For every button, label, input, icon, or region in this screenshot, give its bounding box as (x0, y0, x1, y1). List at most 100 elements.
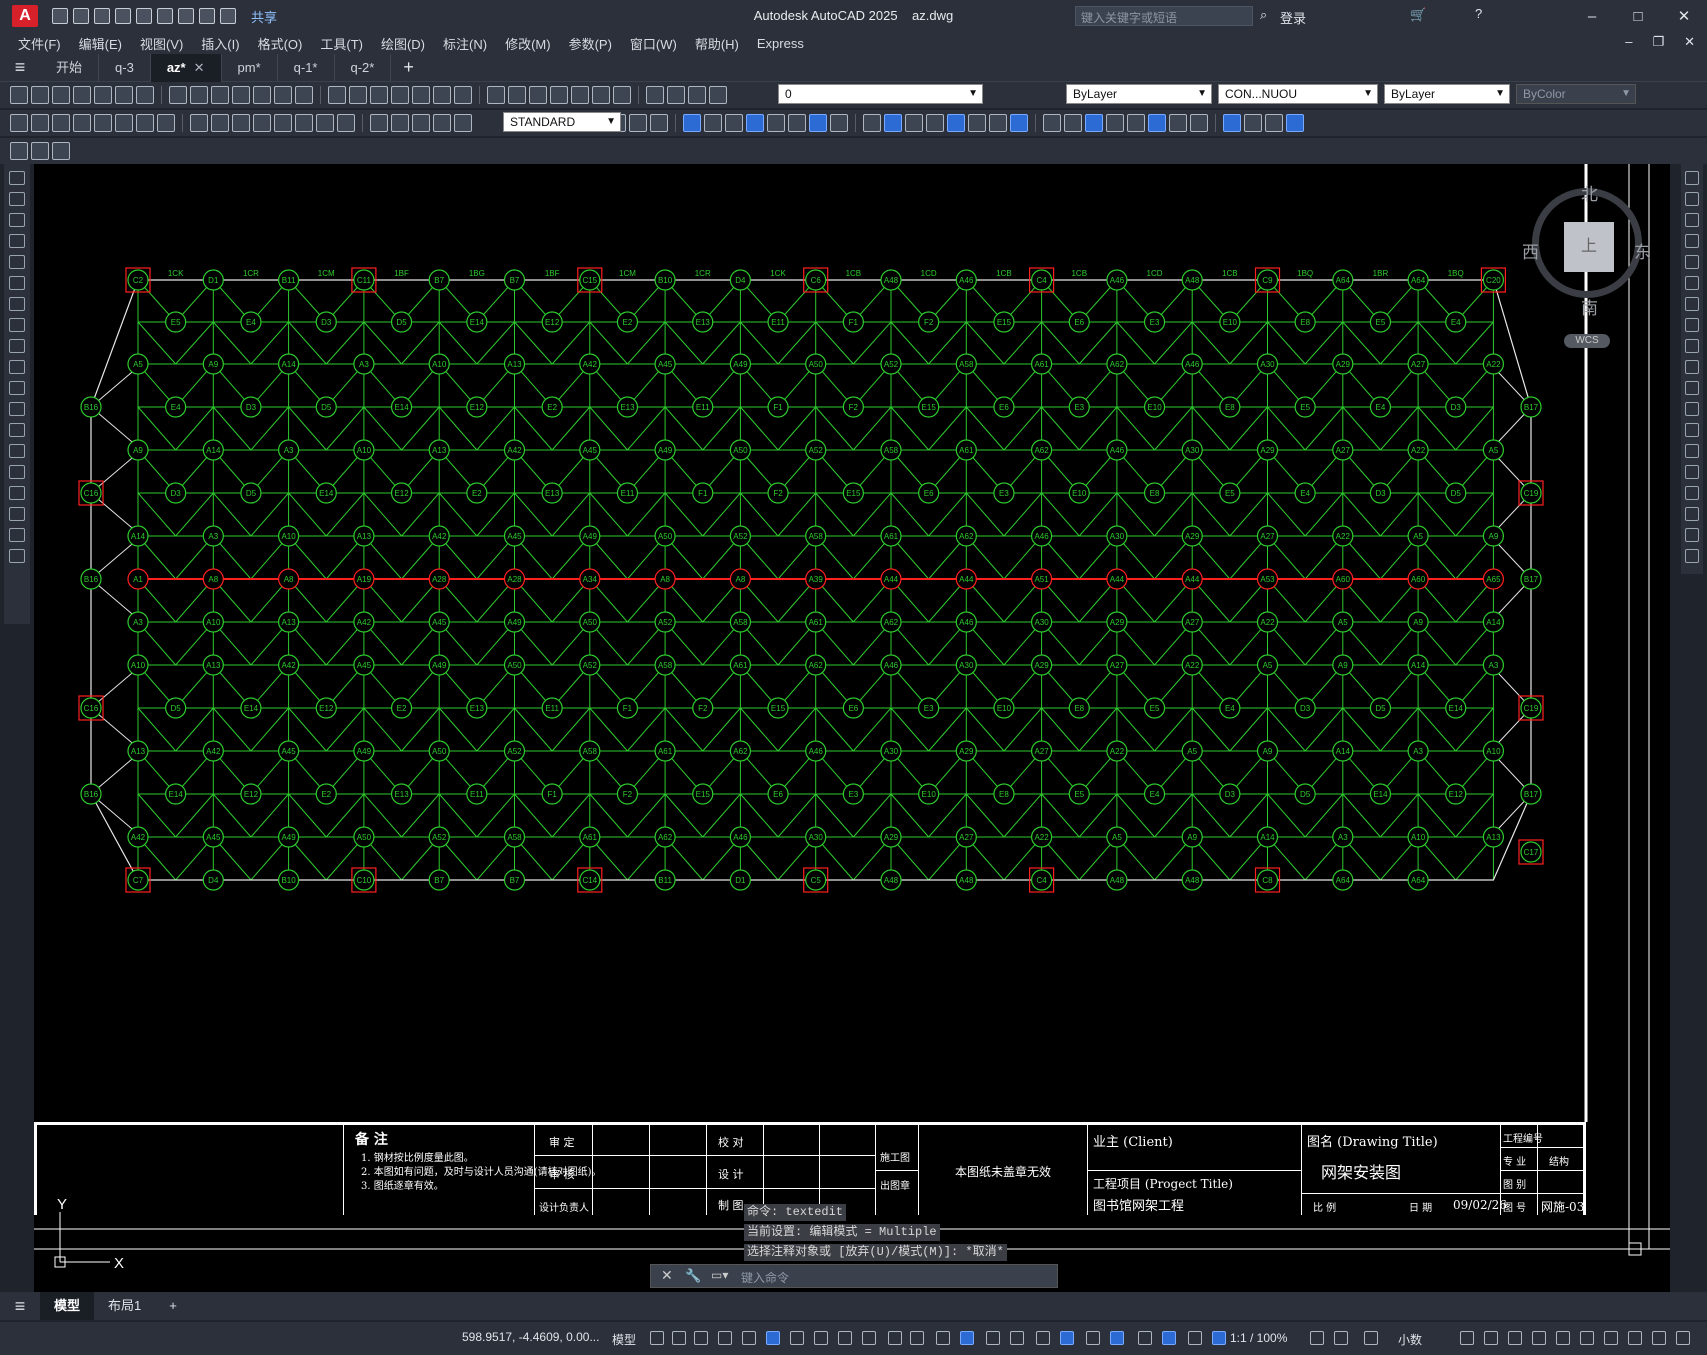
status-toggle-icon[interactable] (1334, 1331, 1348, 1345)
menu-item-12[interactable]: Express (757, 36, 804, 51)
redo-icon[interactable] (220, 8, 236, 24)
modify-tool-icon[interactable] (1685, 276, 1699, 290)
layouts-menu-icon[interactable]: ≡ (0, 1296, 40, 1317)
viewcube-west[interactable]: 西 (1522, 238, 1539, 263)
plotstyle-dropdown[interactable]: ByColor ▼ (1516, 84, 1636, 104)
color-dropdown[interactable]: ByLayer ▼ (1066, 84, 1212, 104)
tb1-tool-icon[interactable] (667, 86, 685, 104)
dimension-tool-icon[interactable] (683, 114, 701, 132)
modify-tool-icon[interactable] (1685, 360, 1699, 374)
draw-tool-icon[interactable] (9, 381, 25, 395)
new-icon[interactable] (52, 8, 68, 24)
tb1-tool-icon[interactable] (571, 86, 589, 104)
draw-tool-icon[interactable] (9, 465, 25, 479)
status-toggle-icon[interactable] (694, 1331, 708, 1345)
lineweight-dropdown[interactable]: ByLayer ▼ (1384, 84, 1510, 104)
draw-tool-icon[interactable] (9, 276, 25, 290)
dimension-tool-icon[interactable] (1223, 114, 1241, 132)
status-toggle-icon[interactable] (910, 1331, 924, 1345)
viewcube-north[interactable]: 北 (1581, 180, 1598, 205)
status-toggle-icon[interactable] (1036, 1331, 1050, 1345)
draw-tool-icon[interactable] (9, 192, 25, 206)
menu-item-1[interactable]: 编辑(E) (79, 34, 122, 53)
tb1-tool-icon[interactable] (52, 86, 70, 104)
units-dropdown[interactable]: 小数 (1398, 1331, 1422, 1348)
dimension-tool-icon[interactable] (767, 114, 785, 132)
dimension-tool-icon[interactable] (1085, 114, 1103, 132)
status-toggle-icon[interactable] (1676, 1331, 1690, 1345)
tb1-tool-icon[interactable] (94, 86, 112, 104)
dimension-tool-icon[interactable] (1169, 114, 1187, 132)
file-tab-2[interactable]: az* ✕ (150, 53, 222, 82)
help-icon[interactable]: ? (1475, 6, 1482, 21)
file-tab-5[interactable]: q-2* (335, 53, 392, 82)
status-toggle-icon[interactable] (1364, 1331, 1378, 1345)
tb1-tool-icon[interactable] (613, 86, 631, 104)
menu-item-4[interactable]: 格式(O) (258, 34, 303, 53)
maximize-icon[interactable]: □ (1615, 8, 1661, 25)
tb1-tool-icon[interactable] (136, 86, 154, 104)
file-tab-4[interactable]: q-1* (278, 53, 335, 82)
login-button[interactable]: 登录 (1280, 8, 1306, 27)
dimension-tool-icon[interactable] (157, 114, 175, 132)
recent-commands-icon[interactable]: ▭▾ (711, 1268, 728, 1282)
menu-item-9[interactable]: 参数(P) (569, 34, 612, 53)
menu-item-0[interactable]: 文件(F) (18, 34, 61, 53)
dimension-tool-icon[interactable] (788, 114, 806, 132)
draw-tool-icon[interactable] (9, 528, 25, 542)
plot-icon[interactable] (178, 8, 194, 24)
draw-tool-icon[interactable] (9, 234, 25, 248)
tb1-tool-icon[interactable] (328, 86, 346, 104)
dimension-tool-icon[interactable] (1010, 114, 1028, 132)
dimension-tool-icon[interactable] (725, 114, 743, 132)
status-toggle-icon[interactable] (838, 1331, 852, 1345)
modify-tool-icon[interactable] (1685, 486, 1699, 500)
tb1-tool-icon[interactable] (592, 86, 610, 104)
menu-item-3[interactable]: 插入(I) (201, 34, 239, 53)
model-space-toggle[interactable]: 模型 (612, 1331, 636, 1348)
tb1-tool-icon[interactable] (190, 86, 208, 104)
draw-tool-icon[interactable] (9, 213, 25, 227)
tb1-tool-icon[interactable] (550, 86, 568, 104)
draw-tool-icon[interactable] (9, 171, 25, 185)
dimension-tool-icon[interactable] (704, 114, 722, 132)
tb1-tool-icon[interactable] (391, 86, 409, 104)
draw-tool-icon[interactable] (9, 318, 25, 332)
dimension-tool-icon[interactable] (905, 114, 923, 132)
dimension-tool-icon[interactable] (316, 114, 334, 132)
dimension-tool-icon[interactable] (190, 114, 208, 132)
tb1-tool-icon[interactable] (454, 86, 472, 104)
dimension-tool-icon[interactable] (454, 114, 472, 132)
modify-tool-icon[interactable] (1685, 444, 1699, 458)
dimension-tool-icon[interactable] (10, 114, 28, 132)
dimension-tool-icon[interactable] (31, 114, 49, 132)
dimension-tool-icon[interactable] (884, 114, 902, 132)
dimension-tool-icon[interactable] (1265, 114, 1283, 132)
save-as-icon[interactable] (115, 8, 131, 24)
status-toggle-icon[interactable] (1138, 1331, 1152, 1345)
dimension-tool-icon[interactable] (968, 114, 986, 132)
doc-close-icon[interactable]: ✕ (1684, 34, 1695, 50)
status-toggle-icon[interactable] (814, 1331, 828, 1345)
tab-model[interactable]: 模型 (40, 1292, 95, 1320)
open-web-icon[interactable] (136, 8, 152, 24)
modify-tool-icon[interactable] (1685, 507, 1699, 521)
open-icon[interactable] (73, 8, 89, 24)
tb1-tool-icon[interactable] (253, 86, 271, 104)
dimension-tool-icon[interactable] (337, 114, 355, 132)
dimension-tool-icon[interactable] (1064, 114, 1082, 132)
tb1-tool-icon[interactable] (10, 86, 28, 104)
menu-item-5[interactable]: 工具(T) (320, 34, 363, 53)
status-toggle-icon[interactable] (960, 1331, 974, 1345)
tb1-tool-icon[interactable] (211, 86, 229, 104)
dimension-tool-icon[interactable] (412, 114, 430, 132)
tab-layout1[interactable]: 布局1 (94, 1292, 155, 1320)
draw-tool-icon[interactable] (9, 402, 25, 416)
status-toggle-icon[interactable] (1460, 1331, 1474, 1345)
tb1-tool-icon[interactable] (73, 86, 91, 104)
status-toggle-icon[interactable] (862, 1331, 876, 1345)
dimension-tool-icon[interactable] (73, 114, 91, 132)
status-toggle-icon[interactable] (742, 1331, 756, 1345)
dimension-tool-icon[interactable] (115, 114, 133, 132)
tb1-tool-icon[interactable] (295, 86, 313, 104)
